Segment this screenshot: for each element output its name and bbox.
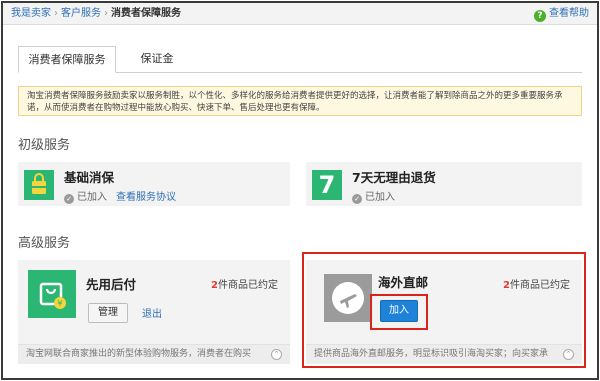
- tab-deposit[interactable]: 保证金: [120, 46, 194, 73]
- header-bar: 我是卖家 › 客户服务 › 消费者保障服务 ? 查看帮助: [3, 3, 597, 25]
- bag-icon: [24, 170, 54, 200]
- section-title-advanced: 高级服务: [18, 236, 71, 251]
- shopping-bag-yen-icon: ¥: [28, 270, 76, 318]
- tab-consumer-protection[interactable]: 消费者保障服务: [18, 46, 116, 73]
- highlight-box-card: [302, 252, 586, 368]
- status-label: 已加入: [77, 192, 107, 203]
- view-agreement-link[interactable]: 查看服务协议: [116, 188, 176, 203]
- manage-button[interactable]: 管理: [88, 303, 128, 323]
- description-text: 淘宝网联合商家推出的新型体验购物服务，消费者在购买: [26, 349, 252, 359]
- check-icon: ✓: [352, 194, 362, 204]
- svg-text:¥: ¥: [57, 299, 62, 308]
- check-icon: ✓: [64, 194, 74, 204]
- status-label: 已加入: [365, 192, 395, 203]
- highlight-box-join: [370, 294, 428, 330]
- breadcrumb: 我是卖家 › 客户服务 › 消费者保障服务: [11, 7, 181, 21]
- service-status: ✓ 已加入: [352, 188, 395, 204]
- breadcrumb-current: 消费者保障服务: [111, 8, 181, 19]
- service-card-7day-return: 7 7天无理由退货 ✓ 已加入: [306, 162, 582, 206]
- help-link[interactable]: ? 查看帮助: [534, 7, 589, 22]
- service-status: ✓ 已加入: [64, 188, 107, 204]
- count-suffix: 件商品已约定: [218, 280, 278, 291]
- breadcrumb-separator: ›: [104, 8, 108, 19]
- breadcrumb-seller[interactable]: 我是卖家: [11, 8, 51, 19]
- count-number: 2: [211, 280, 218, 291]
- section-title-basic: 初级服务: [18, 138, 71, 153]
- service-name: 7天无理由退货: [352, 170, 436, 185]
- help-icon: ?: [534, 10, 546, 22]
- breadcrumb-customer-service[interactable]: 客户服务: [61, 8, 101, 19]
- help-label: 查看帮助: [549, 8, 589, 19]
- tab-bar: 消费者保障服务 保证金: [18, 46, 582, 73]
- service-description: 淘宝网联合商家推出的新型体验购物服务，消费者在购买 ⌃: [18, 344, 290, 364]
- breadcrumb-separator: ›: [54, 8, 58, 19]
- service-name: 先用后付: [86, 277, 137, 292]
- exit-link[interactable]: 退出: [142, 305, 162, 320]
- service-card-basic-protection: 基础消保 ✓ 已加入 查看服务协议: [18, 162, 290, 206]
- expand-icon[interactable]: ⌃: [271, 349, 282, 360]
- agreed-count: 2件商品已约定: [211, 276, 278, 291]
- service-card-pay-later: ¥ 先用后付 2件商品已约定 管理 退出 淘宝网联合商家推出的新型体验购物服务，…: [18, 260, 290, 364]
- service-name: 基础消保: [64, 170, 115, 185]
- notice-box: 淘宝消费者保障服务鼓励卖家以服务制胜，以个性化、多样化的服务给消费者提供更好的选…: [18, 86, 582, 116]
- seven-day-icon: 7: [312, 170, 342, 200]
